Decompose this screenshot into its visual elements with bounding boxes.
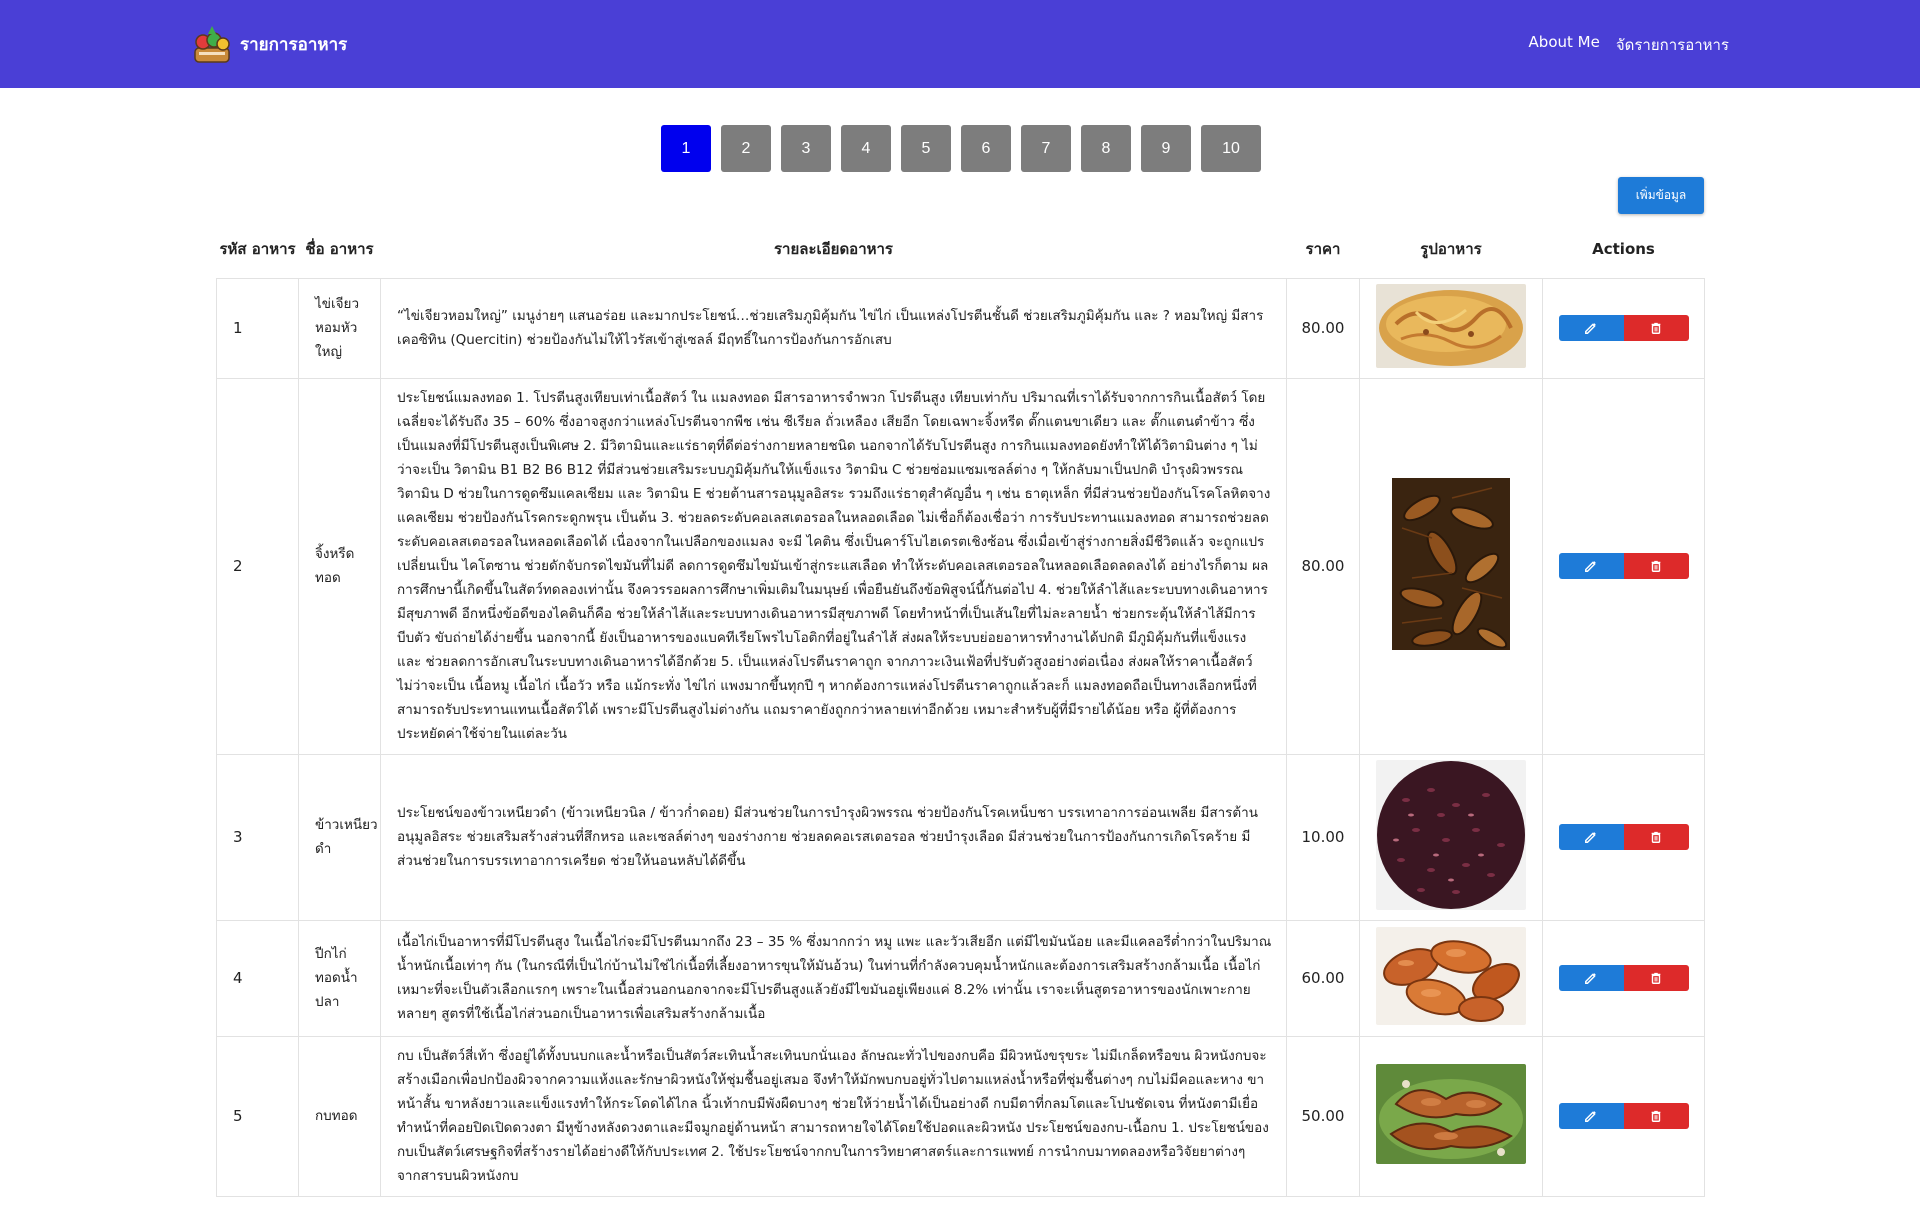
pagination: 1 2 3 4 5 6 7 8 9 10 — [661, 125, 1261, 172]
cell-price: 80.00 — [1286, 277, 1360, 379]
cell-food-id: 3 — [216, 753, 299, 921]
add-food-button[interactable]: เพิ่มข้อมูล — [1618, 177, 1704, 214]
page-button-8[interactable]: 8 — [1081, 125, 1131, 172]
row-actions — [1543, 553, 1704, 579]
cell-food-detail: ประโยชน์แมลงทอด 1. โปรตีนสูงเทียบเท่าเนื… — [380, 377, 1287, 755]
table-header-row: รหัส อาหาร ชื่อ อาหาร รายละเอียดอาหาร รา… — [217, 218, 1705, 278]
cell-food-id: 1 — [216, 277, 299, 379]
navbar: รายการอาหาร About Me จัดรายการอาหาร — [0, 0, 1920, 88]
cell-food-name: ไข่เจียวหอมหัวใหญ่ — [298, 277, 381, 379]
header-actions: Actions — [1592, 239, 1655, 258]
row-actions — [1543, 965, 1704, 991]
delete-button[interactable] — [1623, 965, 1689, 991]
nav-link-manage-food[interactable]: จัดรายการอาหาร — [1616, 33, 1729, 57]
page-button-3[interactable]: 3 — [781, 125, 831, 172]
cell-food-id: 4 — [216, 919, 299, 1037]
cell-food-detail: กบ เป็นสัตว์สี่เท้า ซึ่งอยู่ได้ทั้งบนบกแ… — [380, 1035, 1287, 1197]
omelette-photo — [1376, 284, 1526, 368]
page-button-10[interactable]: 10 — [1201, 125, 1261, 172]
pencil-icon — [1585, 323, 1596, 334]
table-row: 5 กบทอด กบ เป็นสัตว์สี่เท้า ซึ่งอยู่ได้ท… — [216, 1035, 1705, 1197]
edit-button[interactable] — [1558, 1103, 1624, 1129]
nav-link-about-me[interactable]: About Me — [1529, 33, 1600, 57]
cell-food-id: 5 — [216, 1035, 299, 1197]
trash-icon — [1651, 322, 1661, 334]
header-food-detail: รายละเอียดอาหาร — [774, 239, 893, 258]
header-food-name: ชื่อ อาหาร — [305, 239, 374, 258]
cell-food-name: กบทอด — [298, 1035, 381, 1197]
trash-icon — [1651, 972, 1661, 984]
trash-icon — [1651, 1110, 1661, 1122]
page-button-6[interactable]: 6 — [961, 125, 1011, 172]
food-basket-logo-icon — [194, 26, 230, 63]
page-button-7[interactable]: 7 — [1021, 125, 1071, 172]
edit-button[interactable] — [1558, 965, 1624, 991]
pencil-icon — [1585, 832, 1596, 843]
cell-food-name: จิ้งหรีดทอด — [298, 377, 381, 755]
table-row: 4 ปีกไก่ทอดน้ำปลา เนื้อไก่เป็นอาหารที่มี… — [216, 919, 1705, 1037]
page-button-2[interactable]: 2 — [721, 125, 771, 172]
trash-icon — [1651, 560, 1661, 572]
page-button-4[interactable]: 4 — [841, 125, 891, 172]
table-row: 2 จิ้งหรีดทอด ประโยชน์แมลงทอด 1. โปรตีนส… — [216, 377, 1705, 755]
edit-button[interactable] — [1558, 315, 1624, 341]
header-image: รูปอาหาร — [1420, 239, 1482, 258]
brand-title: รายการอาหาร — [240, 34, 348, 55]
header-food-id: รหัส อาหาร — [219, 239, 296, 258]
cell-food-detail: ประโยชน์ของข้าวเหนียวดำ (ข้าวเหนียวนิล /… — [380, 753, 1287, 921]
cell-food-name: ข้าวเหนียวดำ — [298, 753, 381, 921]
page-button-9[interactable]: 9 — [1141, 125, 1191, 172]
table-row: 3 ข้าวเหนียวดำ ประโยชน์ของข้าวเหนียวดำ (… — [216, 753, 1705, 921]
trash-icon — [1651, 831, 1661, 843]
pencil-icon — [1585, 1111, 1596, 1122]
row-actions — [1543, 315, 1704, 341]
row-actions — [1543, 824, 1704, 850]
cell-price: 80.00 — [1286, 377, 1360, 755]
delete-button[interactable] — [1623, 315, 1689, 341]
cell-food-name: ปีกไก่ทอดน้ำปลา — [298, 919, 381, 1037]
black-sticky-rice-photo — [1376, 760, 1526, 910]
cell-price: 50.00 — [1286, 1035, 1360, 1197]
cell-food-detail: เนื้อไก่เป็นอาหารที่มีโปรตีนสูง ในเนื้อไ… — [380, 919, 1287, 1037]
fried-crickets-photo — [1392, 478, 1510, 650]
fried-chicken-wings-photo — [1376, 927, 1526, 1025]
fried-frog-photo — [1376, 1064, 1526, 1164]
page-button-5[interactable]: 5 — [901, 125, 951, 172]
brand[interactable]: รายการอาหาร — [190, 22, 347, 66]
food-table: รหัส อาหาร ชื่อ อาหาร รายละเอียดอาหาร รา… — [216, 218, 1705, 1197]
edit-button[interactable] — [1558, 553, 1624, 579]
delete-button[interactable] — [1623, 553, 1689, 579]
table-row: 1 ไข่เจียวหอมหัวใหญ่ “ไข่เจียวหอมใหญ่” เ… — [216, 277, 1705, 379]
pencil-icon — [1585, 973, 1596, 984]
cell-food-id: 2 — [216, 377, 299, 755]
pencil-icon — [1585, 561, 1596, 572]
nav-links: About Me จัดรายการอาหาร — [1529, 33, 1729, 57]
cell-food-detail: “ไข่เจียวหอมใหญ่” เมนูง่ายๆ แสนอร่อย และ… — [380, 277, 1287, 379]
delete-button[interactable] — [1623, 1103, 1689, 1129]
edit-button[interactable] — [1558, 824, 1624, 850]
delete-button[interactable] — [1623, 824, 1689, 850]
cell-price: 60.00 — [1286, 919, 1360, 1037]
row-actions — [1543, 1103, 1704, 1129]
cell-price: 10.00 — [1286, 753, 1360, 921]
page-button-1[interactable]: 1 — [661, 125, 711, 172]
header-price: ราคา — [1305, 239, 1341, 258]
